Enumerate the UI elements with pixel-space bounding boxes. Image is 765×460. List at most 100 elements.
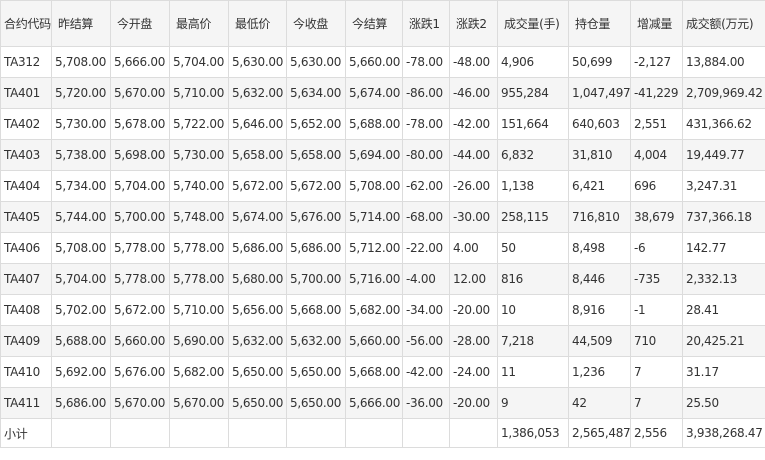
cell-high: 5,682.00 [169, 356, 229, 388]
cell-change-1: -62.00 [402, 170, 450, 202]
table-row: TA402 5,730.00 5,678.00 5,722.00 5,646.00 5,6… [0, 108, 765, 140]
cell-change-2: -20.00 [449, 387, 498, 419]
cell-low: 5,658.00 [228, 139, 287, 171]
cell-low: 5,630.00 [228, 46, 287, 78]
cell-oi-change: 38,679 [630, 201, 683, 233]
table-row: TA401 5,720.00 5,670.00 5,710.00 5,632.00 5,6… [0, 77, 765, 109]
cell-prev-settlement: 5,702.00 [51, 294, 111, 326]
cell-change-2: -42.00 [449, 108, 498, 140]
header-open: 今开盘 [110, 0, 170, 47]
header-low: 最低价 [228, 0, 287, 47]
cell-change-2: -44.00 [449, 139, 498, 171]
cell-turnover: 13,884.00 [682, 46, 765, 78]
cell-prev-settlement: 5,708.00 [51, 232, 111, 264]
cell-volume: 1,386,053 [497, 418, 569, 448]
cell-oi-change: 710 [630, 325, 683, 357]
cell-open-interest: 6,421 [568, 170, 631, 202]
cell-close: 5,630.00 [286, 46, 346, 78]
cell-prev-settlement: 5,704.00 [51, 263, 111, 295]
cell-close: 5,658.00 [286, 139, 346, 171]
cell-close: 5,672.00 [286, 170, 346, 202]
cell-turnover: 28.41 [682, 294, 765, 326]
cell-prev-settlement: 5,688.00 [51, 325, 111, 357]
cell-settlement [345, 418, 403, 448]
cell-open: 5,698.00 [110, 139, 170, 171]
cell-open-interest: 1,047,497 [568, 77, 631, 109]
cell-settlement: 5,660.00 [345, 325, 403, 357]
cell-change-2: -20.00 [449, 294, 498, 326]
header-oi-change: 增减量 [630, 0, 683, 47]
cell-close: 5,700.00 [286, 263, 346, 295]
cell-open: 5,670.00 [110, 387, 170, 419]
cell-oi-change: 2,556 [630, 418, 683, 448]
cell-low: 5,650.00 [228, 387, 287, 419]
cell-settlement: 5,714.00 [345, 201, 403, 233]
header-high: 最高价 [169, 0, 229, 47]
cell-high: 5,690.00 [169, 325, 229, 357]
cell-volume: 1,138 [497, 170, 569, 202]
cell-prev-settlement: 5,720.00 [51, 77, 111, 109]
cell-settlement: 5,668.00 [345, 356, 403, 388]
cell-volume: 50 [497, 232, 569, 264]
table-row: TA411 5,686.00 5,670.00 5,670.00 5,650.00 5,6… [0, 387, 765, 419]
table-row: TA408 5,702.00 5,672.00 5,710.00 5,656.00 5,6… [0, 294, 765, 326]
cell-settlement: 5,674.00 [345, 77, 403, 109]
cell-prev-settlement: 5,692.00 [51, 356, 111, 388]
cell-settlement: 5,712.00 [345, 232, 403, 264]
cell-close: 5,650.00 [286, 356, 346, 388]
cell-settlement: 5,682.00 [345, 294, 403, 326]
cell-prev-settlement: 5,734.00 [51, 170, 111, 202]
cell-oi-change: 7 [630, 387, 683, 419]
cell-oi-change: 2,551 [630, 108, 683, 140]
cell-contract-code: TA411 [0, 387, 52, 419]
cell-close: 5,668.00 [286, 294, 346, 326]
cell-change-1: -22.00 [402, 232, 450, 264]
cell-contract-code: TA312 [0, 46, 52, 78]
cell-prev-settlement: 5,744.00 [51, 201, 111, 233]
table-row: TA405 5,744.00 5,700.00 5,748.00 5,674.00 5,6… [0, 201, 765, 233]
futures-settlement-table: 合约代码 昨结算 今开盘 最高价 最低价 今收盘 今结算 涨跌1 涨跌2 成交量… [0, 0, 765, 448]
cell-open-interest: 640,603 [568, 108, 631, 140]
cell-volume: 151,664 [497, 108, 569, 140]
cell-turnover: 25.50 [682, 387, 765, 419]
cell-low: 5,632.00 [228, 325, 287, 357]
cell-open-interest: 2,565,487 [568, 418, 631, 448]
cell-prev-settlement: 5,738.00 [51, 139, 111, 171]
cell-change-2: 12.00 [449, 263, 498, 295]
cell-volume: 11 [497, 356, 569, 388]
cell-low: 5,680.00 [228, 263, 287, 295]
table-row: TA410 5,692.00 5,676.00 5,682.00 5,650.00 5,6… [0, 356, 765, 388]
cell-change-1: -4.00 [402, 263, 450, 295]
table-header: 合约代码 昨结算 今开盘 最高价 最低价 今收盘 今结算 涨跌1 涨跌2 成交量… [0, 0, 765, 47]
cell-open: 5,660.00 [110, 325, 170, 357]
cell-contract-code: TA403 [0, 139, 52, 171]
cell-open-interest: 1,236 [568, 356, 631, 388]
cell-turnover: 3,938,268.47 [682, 418, 765, 448]
cell-low [228, 418, 287, 448]
cell-open-interest: 8,498 [568, 232, 631, 264]
header-settlement: 今结算 [345, 0, 403, 47]
cell-low: 5,632.00 [228, 77, 287, 109]
cell-settlement: 5,708.00 [345, 170, 403, 202]
table-row: TA409 5,688.00 5,660.00 5,690.00 5,632.00 5,6… [0, 325, 765, 357]
cell-volume: 955,284 [497, 77, 569, 109]
cell-high: 5,778.00 [169, 232, 229, 264]
cell-low: 5,656.00 [228, 294, 287, 326]
cell-high: 5,710.00 [169, 294, 229, 326]
cell-change-2: -26.00 [449, 170, 498, 202]
cell-volume: 816 [497, 263, 569, 295]
cell-open-interest: 8,916 [568, 294, 631, 326]
cell-turnover: 31.17 [682, 356, 765, 388]
cell-open: 5,678.00 [110, 108, 170, 140]
cell-close [286, 418, 346, 448]
cell-contract-code: 小计 [0, 418, 52, 448]
cell-change-1: -56.00 [402, 325, 450, 357]
cell-change-2: -30.00 [449, 201, 498, 233]
cell-volume: 9 [497, 387, 569, 419]
cell-high: 5,778.00 [169, 263, 229, 295]
cell-high [169, 418, 229, 448]
cell-high: 5,722.00 [169, 108, 229, 140]
cell-close: 5,686.00 [286, 232, 346, 264]
cell-contract-code: TA407 [0, 263, 52, 295]
cell-turnover: 2,709,969.42 [682, 77, 765, 109]
